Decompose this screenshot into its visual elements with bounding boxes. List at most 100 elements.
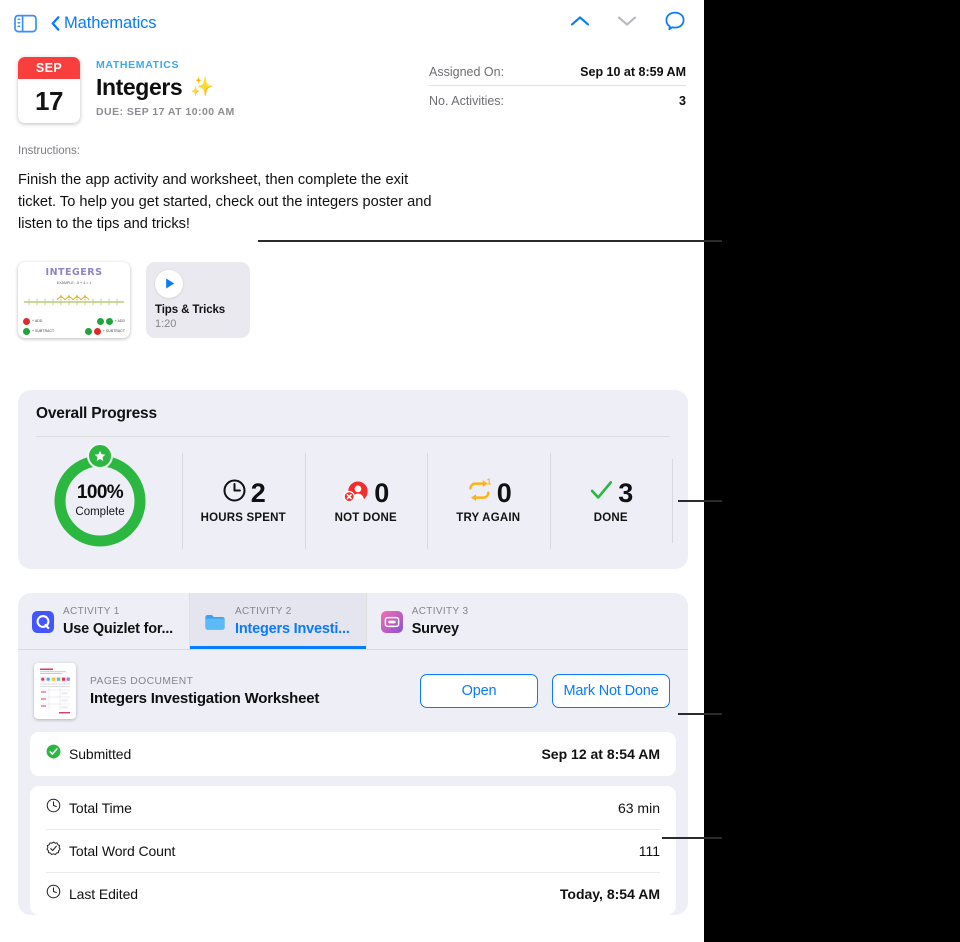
stat-hours-spent: 2 HOURS SPENT [182,451,305,551]
navigation-bar: Mathematics [0,0,704,46]
minus-dot-icon [23,317,30,325]
stat-value: 0 [496,477,512,508]
tab-name: Survey [411,621,459,638]
stat-not-done: 0 NOT DONE [304,451,428,551]
poster-legend-text: + SUBTRACT [102,329,125,334]
subject-tag: MATHEMATICS [96,59,180,71]
meta-value: Sep 10 at 8:59 AM [580,65,686,79]
progress-ring-cell: 100% Complete [18,442,182,551]
instructions-body: Finish the app activity and worksheet, t… [18,172,432,233]
detail-value: 63 min [617,799,660,816]
stat-label: TRY AGAIN [456,511,521,524]
clock-icon [222,478,247,508]
tab-name: Use Quizlet for... [63,621,174,638]
stat-top-row: 1 0 [466,477,512,509]
detail-row-last-edited: Last Edited Today, 8:54 AM [46,872,660,915]
instructions-label: Instructions: [18,145,80,157]
submitted-status-card: Submitted Sep 12 at 8:54 AM [30,732,676,777]
activities-card: ACTIVITY 1 Use Quizlet for... ACTIVITY 2… [18,592,688,916]
stat-label: HOURS SPENT [200,511,286,524]
meta-value: 3 [679,94,686,108]
plus-dot-icon [23,327,30,335]
poster-legend-text: + SUBTRACT [32,329,55,334]
due-date-text: DUE: SEP 17 AT 10:00 AM [96,106,235,118]
detail-row-total-word-count: Total Word Count 111 [46,829,660,872]
minus-dot-icon [93,327,101,335]
svg-text:1: 1 [487,478,492,486]
stat-top-row: 3 [589,478,633,509]
tab-name: Integers Investi... [235,621,350,638]
stat-top-row: 0 [343,477,389,509]
callout-line-total-time [662,837,722,839]
back-to-mathematics-link[interactable]: Mathematics [51,13,157,33]
calendar-day: 17 [35,85,63,116]
document-name: Integers Investigation Worksheet [90,689,320,707]
tab-activity-3[interactable]: ACTIVITY 3 Survey [367,593,485,650]
screenshot-stage: Mathematics SEP 17 MATHEMATICS Integers … [0,0,960,942]
stat-try-again: 1 0 TRY AGAIN [427,451,550,551]
activity-document-row: PAGES DOCUMENT Integers Investigation Wo… [18,650,688,732]
assignment-meta-block: Assigned On: Sep 10 at 8:59 AM No. Activ… [429,53,686,114]
checkmark-icon [589,478,614,508]
video-duration: 1:20 [155,317,177,330]
stat-label: DONE [593,511,628,524]
overall-progress-body: 100% Complete 2 HOURS SPENT 0 NOT DONE 1… [18,437,688,569]
tips-and-tricks-video-card[interactable]: Tips & Tricks 1:20 [146,261,250,338]
not-done-icon [343,478,370,508]
detail-value: Today, 8:54 AM [559,886,660,903]
tab-activity-1[interactable]: ACTIVITY 1 Use Quizlet for... [18,592,191,650]
tabs-filler [484,593,688,650]
chevron-left-icon [51,15,60,31]
detail-left-group: Total Word Count [46,841,175,861]
navbar-right-group [570,10,686,37]
mark-not-done-button[interactable]: Mark Not Done [552,674,670,709]
poster-legend-text: + ADD [114,319,125,324]
pages-document-icon [204,611,226,633]
assignment-header: SEP 17 MATHEMATICS Integers ✨ DUE: SEP 1… [0,46,704,123]
integers-poster-thumbnail[interactable]: INTEGERS EXAMPLE: -5 + 4 = 1 + ADD + ADD… [18,261,130,338]
checkmark-circle-icon [46,744,61,764]
plus-dot-icon [84,327,92,335]
back-link-label: Mathematics [64,13,157,32]
poster-legend: + ADD + ADD + SUBTRACT + SUBTRACT [18,317,130,335]
attachments-row: INTEGERS EXAMPLE: -5 + 4 = 1 + ADD + ADD… [0,236,704,338]
quizlet-app-icon [32,610,54,633]
progress-ring: 100% Complete [50,442,150,551]
detail-left-group: Total Time [46,798,132,818]
chevron-up-icon[interactable] [570,14,590,32]
try-again-icon: 1 [466,477,493,508]
activity-document-text: PAGES DOCUMENT Integers Investigation Wo… [90,676,319,707]
play-icon[interactable] [155,269,183,298]
sparkles-icon: ✨ [190,77,214,98]
meta-row-no-activities: No. Activities: 3 [429,85,686,114]
pages-worksheet-thumbnail[interactable] [34,663,76,720]
status-badge: Submitted [69,746,132,763]
detail-value: 111 [638,843,660,860]
comment-bubble-icon[interactable] [664,10,686,37]
poster-legend-row: + ADD + ADD [23,317,125,325]
assignment-detail-window: Mathematics SEP 17 MATHEMATICS Integers … [0,0,704,942]
submitted-left-group: Submitted [46,744,131,764]
tab-text-group: ACTIVITY 1 Use Quizlet for... [63,606,173,639]
document-type-label: PAGES DOCUMENT [90,675,194,687]
progress-stats-grid: 2 HOURS SPENT 0 NOT DONE 1 0 TRY AGAIN 3… [182,451,688,551]
assignment-title-row: Integers ✨ [96,74,235,101]
chevron-down-icon[interactable] [617,14,637,32]
calendar-month: SEP [18,57,80,79]
due-date-calendar-badge: SEP 17 [18,57,80,123]
submitted-timestamp: Sep 12 at 8:54 AM [541,746,660,763]
meta-label: Assigned On: [429,65,505,79]
number-line-graphic [23,289,125,314]
progress-percent: 100% [76,481,124,503]
sidebar-toggle-icon[interactable] [14,14,37,33]
open-button[interactable]: Open [420,674,538,709]
page-title: Integers [96,74,183,100]
tab-kicker: ACTIVITY 2 [235,605,292,617]
detail-label: Total Time [69,799,132,816]
callout-line-mark-not-done [678,713,722,715]
word-count-icon [46,841,61,861]
stat-value: 0 [374,477,389,508]
clock-icon [46,798,61,818]
navbar-left-group: Mathematics [14,13,157,33]
tab-activity-2[interactable]: ACTIVITY 2 Integers Investi... [190,592,367,650]
